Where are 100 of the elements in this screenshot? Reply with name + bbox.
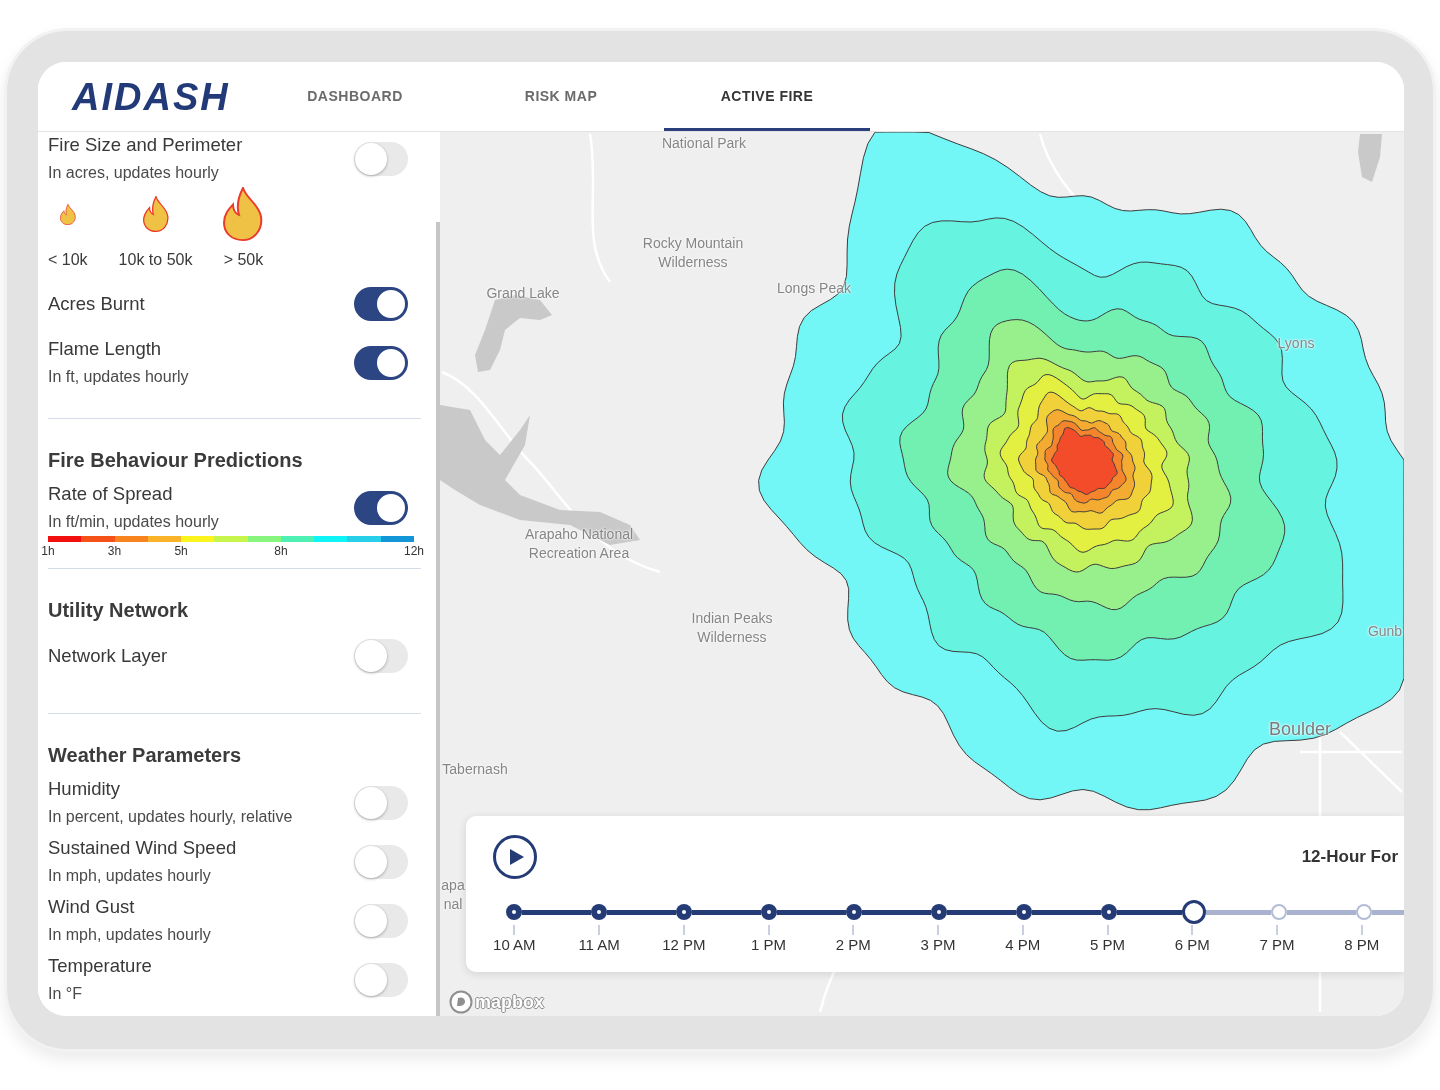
section-heading: Fire Behaviour Predictions — [48, 448, 304, 473]
scale-tick-label: 5h — [174, 544, 188, 558]
timeline-node[interactable] — [591, 904, 607, 920]
timeline-segment — [777, 909, 846, 915]
layer-title: Acres Burnt — [48, 293, 145, 315]
place-label: Gunb — [1367, 622, 1403, 641]
nav-tab[interactable]: RISK MAP — [458, 62, 664, 131]
time-label: 8 PM — [1344, 936, 1380, 954]
timeline-tick — [682, 925, 685, 935]
place-label: National Park — [662, 134, 746, 153]
attribution-logo[interactable]: mapbox — [475, 991, 544, 1013]
layer-title: Humidity — [48, 778, 121, 800]
time-label: 3 PM — [920, 936, 956, 954]
layer-title: Rate of Spread — [48, 483, 174, 505]
time-label: 7 PM — [1259, 936, 1295, 954]
scale-tick-label: 3h — [107, 544, 122, 558]
lake — [1358, 134, 1382, 182]
scrollbar-thumb[interactable] — [436, 222, 440, 1016]
timeline-tick — [767, 925, 770, 935]
timeline-node[interactable] — [1356, 904, 1372, 920]
timeline-segment — [1372, 909, 1404, 915]
place-label: Indian Peaks Wilderness — [691, 609, 773, 647]
timeline-node[interactable] — [761, 904, 777, 920]
circle-logo-icon — [449, 990, 473, 1014]
timeline-segment — [947, 909, 1016, 915]
place-label: Rocky Mountain Wilderness — [642, 234, 744, 272]
timeline-segment — [607, 909, 676, 915]
time-label: 2 PM — [835, 936, 871, 954]
timeline-tick — [513, 925, 516, 935]
size-range-label: < 10k — [48, 250, 88, 270]
timeline-node[interactable] — [1271, 904, 1287, 920]
layer-description: In °F — [48, 984, 83, 1004]
time-label: 1 PM — [751, 936, 787, 954]
place-label: Grand Lake — [486, 284, 560, 303]
time-label: 6 PM — [1174, 936, 1210, 954]
size-range-label: 10k to 50k — [118, 250, 193, 270]
toggle-switch[interactable] — [354, 346, 408, 380]
toggle-switch[interactable] — [354, 287, 408, 321]
layer-title: Wind Gust — [48, 896, 136, 918]
timeline-tick — [1021, 925, 1024, 935]
timeline-node[interactable] — [506, 904, 522, 920]
layer-description: In mph, updates hourly — [48, 925, 211, 945]
place-label: Tabernash — [442, 760, 508, 779]
toggle-switch[interactable] — [354, 142, 408, 176]
section-heading: Utility Network — [48, 598, 190, 623]
logo: AIDASH — [72, 77, 230, 116]
timeline-segment — [522, 909, 591, 915]
place-label: Boulder — [1269, 718, 1331, 740]
flame-icon — [223, 187, 264, 241]
layer-title: Network Layer — [48, 645, 168, 667]
timeline-segment — [1032, 909, 1101, 915]
play-button[interactable] — [493, 835, 537, 879]
timeline-segment — [862, 909, 931, 915]
scale-tick-label: 12h — [404, 544, 424, 558]
place-label: Lyons — [1277, 334, 1315, 353]
toggle-switch[interactable] — [354, 491, 408, 525]
play-icon — [509, 849, 524, 865]
timeline-tick — [1106, 925, 1109, 935]
timeline-node[interactable] — [676, 904, 692, 920]
timeline-node[interactable] — [1101, 904, 1117, 920]
nav-tab[interactable]: DASHBOARD — [252, 62, 458, 131]
toggle-switch[interactable] — [354, 786, 408, 820]
timeline-title: 12-Hour For — [1301, 846, 1398, 869]
layer-title: Flame Length — [48, 338, 163, 360]
timeline-tick — [1360, 925, 1363, 935]
toggle-switch[interactable] — [354, 963, 408, 997]
timeline-tick — [852, 925, 855, 935]
toggle-switch[interactable] — [354, 904, 408, 938]
timeline-node[interactable] — [846, 904, 862, 920]
layer-description: In percent, updates hourly, relative — [48, 807, 293, 827]
size-range-label: > 50k — [223, 250, 264, 270]
timeline-tick — [1275, 925, 1278, 935]
place-label: apa nal — [441, 876, 465, 914]
time-label: 4 PM — [1005, 936, 1041, 954]
layer-title: Sustained Wind Speed — [48, 837, 237, 859]
time-label: 12 PM — [662, 936, 706, 954]
toggle-switch[interactable] — [354, 639, 408, 673]
section-heading: Weather Parameters — [48, 743, 243, 768]
timeline-segment — [692, 909, 761, 915]
time-label: 10 AM — [493, 936, 536, 954]
flame-icon — [59, 203, 76, 225]
timeline-segment — [1117, 909, 1182, 915]
timeline-segment — [1206, 909, 1271, 915]
timeline-node[interactable] — [1016, 904, 1032, 920]
layer-description: In ft/min, updates hourly — [48, 512, 219, 532]
layer-title: Fire Size and Perimeter — [48, 134, 243, 156]
timeline-tick — [937, 925, 940, 935]
timeline-node[interactable] — [931, 904, 947, 920]
scale-tick-label: 1h — [41, 544, 55, 558]
flame-icon — [142, 196, 169, 232]
place-label: Arapaho National Recreation Area — [524, 525, 634, 563]
timeline-tick — [598, 925, 601, 935]
timeline-tick — [1191, 925, 1194, 935]
timeline-segment — [1287, 909, 1356, 915]
time-label: 11 AM — [578, 936, 620, 954]
toggle-switch[interactable] — [354, 845, 408, 879]
timeline-node[interactable] — [1182, 900, 1206, 924]
layer-description: In acres, updates hourly — [48, 163, 220, 183]
layer-description: In mph, updates hourly — [48, 866, 212, 886]
time-label: 5 PM — [1090, 936, 1125, 954]
